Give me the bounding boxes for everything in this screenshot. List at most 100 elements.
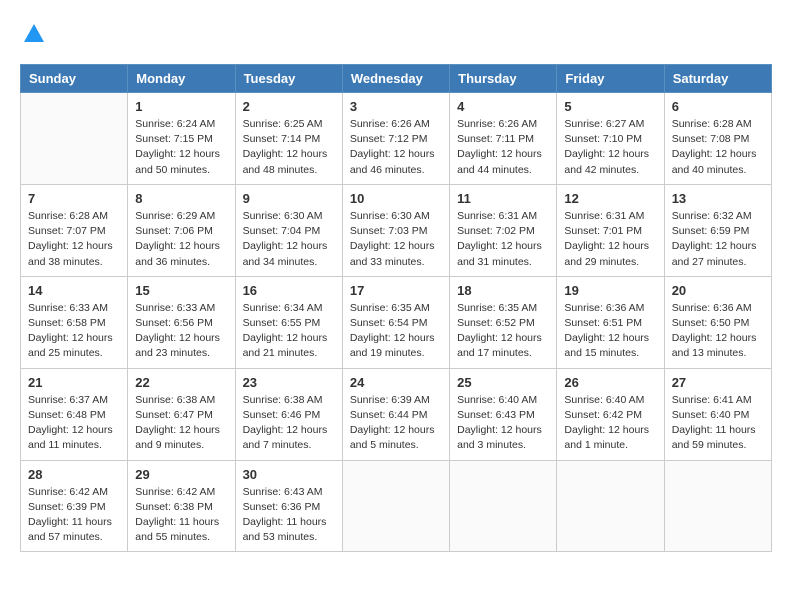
day-number: 5 (564, 99, 656, 114)
day-detail: Sunrise: 6:26 AM Sunset: 7:12 PM Dayligh… (350, 117, 442, 178)
day-detail: Sunrise: 6:42 AM Sunset: 6:38 PM Dayligh… (135, 485, 227, 546)
calendar-cell: 22 Sunrise: 6:38 AM Sunset: 6:47 PM Dayli… (128, 368, 235, 460)
day-detail: Sunrise: 6:28 AM Sunset: 7:08 PM Dayligh… (672, 117, 764, 178)
day-detail: Sunrise: 6:41 AM Sunset: 6:40 PM Dayligh… (672, 393, 764, 454)
calendar-cell: 27 Sunrise: 6:41 AM Sunset: 6:40 PM Dayli… (664, 368, 771, 460)
day-detail: Sunrise: 6:35 AM Sunset: 6:54 PM Dayligh… (350, 301, 442, 362)
day-number: 1 (135, 99, 227, 114)
calendar-cell: 15 Sunrise: 6:33 AM Sunset: 6:56 PM Dayli… (128, 276, 235, 368)
calendar-cell: 26 Sunrise: 6:40 AM Sunset: 6:42 PM Dayli… (557, 368, 664, 460)
day-detail: Sunrise: 6:38 AM Sunset: 6:46 PM Dayligh… (243, 393, 335, 454)
day-detail: Sunrise: 6:38 AM Sunset: 6:47 PM Dayligh… (135, 393, 227, 454)
day-detail: Sunrise: 6:36 AM Sunset: 6:51 PM Dayligh… (564, 301, 656, 362)
day-detail: Sunrise: 6:36 AM Sunset: 6:50 PM Dayligh… (672, 301, 764, 362)
calendar-cell: 4 Sunrise: 6:26 AM Sunset: 7:11 PM Daylig… (450, 93, 557, 185)
calendar-cell: 17 Sunrise: 6:35 AM Sunset: 6:54 PM Dayli… (342, 276, 449, 368)
day-number: 2 (243, 99, 335, 114)
day-number: 23 (243, 375, 335, 390)
day-number: 4 (457, 99, 549, 114)
day-number: 3 (350, 99, 442, 114)
day-detail: Sunrise: 6:31 AM Sunset: 7:01 PM Dayligh… (564, 209, 656, 270)
day-number: 15 (135, 283, 227, 298)
day-number: 7 (28, 191, 120, 206)
calendar-week-row: 21 Sunrise: 6:37 AM Sunset: 6:48 PM Dayli… (21, 368, 772, 460)
day-number: 8 (135, 191, 227, 206)
calendar-cell: 20 Sunrise: 6:36 AM Sunset: 6:50 PM Dayli… (664, 276, 771, 368)
day-detail: Sunrise: 6:24 AM Sunset: 7:15 PM Dayligh… (135, 117, 227, 178)
calendar-cell: 30 Sunrise: 6:43 AM Sunset: 6:36 PM Dayli… (235, 460, 342, 552)
day-detail: Sunrise: 6:37 AM Sunset: 6:48 PM Dayligh… (28, 393, 120, 454)
day-detail: Sunrise: 6:26 AM Sunset: 7:11 PM Dayligh… (457, 117, 549, 178)
weekday-header: Saturday (664, 65, 771, 93)
calendar-cell (21, 93, 128, 185)
calendar-week-row: 14Sunrise: 6:33 AM Sunset: 6:58 PM Dayli… (21, 276, 772, 368)
calendar-cell (557, 460, 664, 552)
calendar-cell: 12 Sunrise: 6:31 AM Sunset: 7:01 PM Dayli… (557, 184, 664, 276)
day-number: 16 (243, 283, 335, 298)
day-number: 25 (457, 375, 549, 390)
day-detail: Sunrise: 6:40 AM Sunset: 6:43 PM Dayligh… (457, 393, 549, 454)
day-number: 9 (243, 191, 335, 206)
calendar-cell: 14Sunrise: 6:33 AM Sunset: 6:58 PM Dayli… (21, 276, 128, 368)
day-number: 6 (672, 99, 764, 114)
logo-icon (20, 20, 48, 48)
calendar-cell: 25 Sunrise: 6:40 AM Sunset: 6:43 PM Dayli… (450, 368, 557, 460)
calendar-cell: 19 Sunrise: 6:36 AM Sunset: 6:51 PM Dayli… (557, 276, 664, 368)
day-number: 21 (28, 375, 120, 390)
day-detail: Sunrise: 6:30 AM Sunset: 7:04 PM Dayligh… (243, 209, 335, 270)
weekday-header: Tuesday (235, 65, 342, 93)
weekday-header-row: SundayMondayTuesdayWednesdayThursdayFrid… (21, 65, 772, 93)
day-detail: Sunrise: 6:43 AM Sunset: 6:36 PM Dayligh… (243, 485, 335, 546)
calendar-cell: 5 Sunrise: 6:27 AM Sunset: 7:10 PM Daylig… (557, 93, 664, 185)
calendar-cell: 28Sunrise: 6:42 AM Sunset: 6:39 PM Dayli… (21, 460, 128, 552)
day-number: 27 (672, 375, 764, 390)
day-number: 29 (135, 467, 227, 482)
day-detail: Sunrise: 6:42 AM Sunset: 6:39 PM Dayligh… (28, 485, 120, 546)
day-detail: Sunrise: 6:33 AM Sunset: 6:56 PM Dayligh… (135, 301, 227, 362)
day-detail: Sunrise: 6:34 AM Sunset: 6:55 PM Dayligh… (243, 301, 335, 362)
day-number: 10 (350, 191, 442, 206)
calendar-cell: 9 Sunrise: 6:30 AM Sunset: 7:04 PM Daylig… (235, 184, 342, 276)
calendar-cell: 1 Sunrise: 6:24 AM Sunset: 7:15 PM Daylig… (128, 93, 235, 185)
day-number: 14 (28, 283, 120, 298)
day-detail: Sunrise: 6:35 AM Sunset: 6:52 PM Dayligh… (457, 301, 549, 362)
calendar-cell: 11 Sunrise: 6:31 AM Sunset: 7:02 PM Dayli… (450, 184, 557, 276)
day-detail: Sunrise: 6:27 AM Sunset: 7:10 PM Dayligh… (564, 117, 656, 178)
day-number: 17 (350, 283, 442, 298)
day-number: 30 (243, 467, 335, 482)
day-number: 24 (350, 375, 442, 390)
weekday-header: Thursday (450, 65, 557, 93)
calendar-week-row: 1 Sunrise: 6:24 AM Sunset: 7:15 PM Daylig… (21, 93, 772, 185)
day-detail: Sunrise: 6:32 AM Sunset: 6:59 PM Dayligh… (672, 209, 764, 270)
calendar-cell: 7 Sunrise: 6:28 AM Sunset: 7:07 PM Daylig… (21, 184, 128, 276)
day-detail: Sunrise: 6:31 AM Sunset: 7:02 PM Dayligh… (457, 209, 549, 270)
day-number: 11 (457, 191, 549, 206)
day-detail: Sunrise: 6:39 AM Sunset: 6:44 PM Dayligh… (350, 393, 442, 454)
day-number: 19 (564, 283, 656, 298)
calendar-cell: 21 Sunrise: 6:37 AM Sunset: 6:48 PM Dayli… (21, 368, 128, 460)
calendar-table: SundayMondayTuesdayWednesdayThursdayFrid… (20, 64, 772, 552)
calendar-cell: 3 Sunrise: 6:26 AM Sunset: 7:12 PM Daylig… (342, 93, 449, 185)
day-detail: Sunrise: 6:25 AM Sunset: 7:14 PM Dayligh… (243, 117, 335, 178)
day-number: 13 (672, 191, 764, 206)
calendar-cell: 24 Sunrise: 6:39 AM Sunset: 6:44 PM Dayli… (342, 368, 449, 460)
day-number: 18 (457, 283, 549, 298)
day-number: 26 (564, 375, 656, 390)
day-number: 20 (672, 283, 764, 298)
calendar-cell: 18 Sunrise: 6:35 AM Sunset: 6:52 PM Dayli… (450, 276, 557, 368)
logo (20, 20, 52, 48)
calendar-cell (342, 460, 449, 552)
day-detail: Sunrise: 6:28 AM Sunset: 7:07 PM Dayligh… (28, 209, 120, 270)
day-number: 22 (135, 375, 227, 390)
day-number: 12 (564, 191, 656, 206)
weekday-header: Monday (128, 65, 235, 93)
day-detail: Sunrise: 6:40 AM Sunset: 6:42 PM Dayligh… (564, 393, 656, 454)
weekday-header: Wednesday (342, 65, 449, 93)
day-detail: Sunrise: 6:29 AM Sunset: 7:06 PM Dayligh… (135, 209, 227, 270)
calendar-cell: 13 Sunrise: 6:32 AM Sunset: 6:59 PM Dayli… (664, 184, 771, 276)
calendar-cell: 23 Sunrise: 6:38 AM Sunset: 6:46 PM Dayli… (235, 368, 342, 460)
calendar-week-row: 28Sunrise: 6:42 AM Sunset: 6:39 PM Dayli… (21, 460, 772, 552)
calendar-cell (450, 460, 557, 552)
calendar-cell: 16 Sunrise: 6:34 AM Sunset: 6:55 PM Dayli… (235, 276, 342, 368)
calendar-cell: 8 Sunrise: 6:29 AM Sunset: 7:06 PM Daylig… (128, 184, 235, 276)
